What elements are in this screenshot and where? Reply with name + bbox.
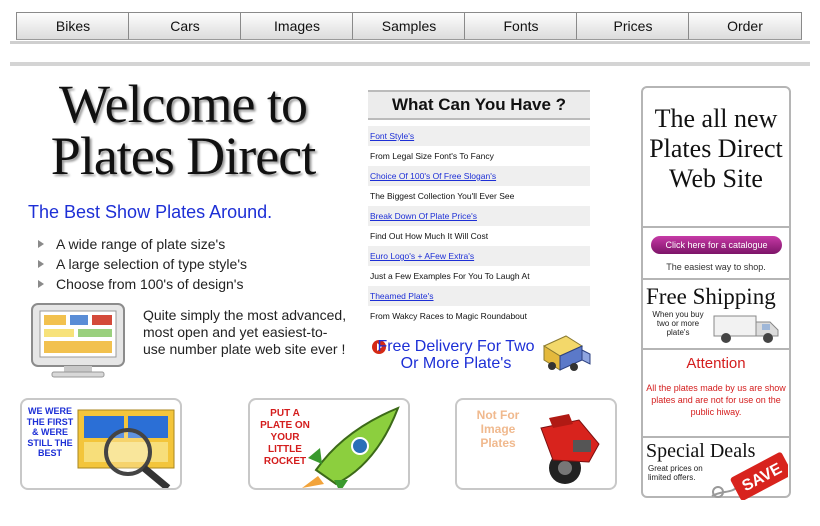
desc-themed-plates: From Wakcy Races to Magic Roundabout [368,306,590,326]
intro-paragraph: Quite simply the most advanced, most ope… [143,307,347,357]
sidebar-divider [643,226,789,228]
nav-tab-order[interactable]: Order [688,12,802,40]
link-slogans[interactable]: Choice Of 100's Of Free Slogan's [368,166,590,186]
welcome-heading: Welcome to Plates Direct [22,74,344,186]
nav-tab-images[interactable]: Images [240,12,354,40]
desc-prices: Find Out How Much It Will Cost [368,226,590,246]
sidebar-headline: The all new Plates Direct Web Site [649,104,783,193]
promo-rocket-text: PUT A PLATE ON YOUR LITTLE ROCKET [260,408,310,467]
feature-list: A wide range of plate size's A large sel… [38,234,247,294]
list-item: A wide range of plate size's [38,234,247,254]
what-can-you-have-list: Font Style's From Legal Size Font's To F… [368,126,590,326]
list-item: A large selection of type style's [38,254,247,274]
catalogue-button[interactable]: Click here for a catalogue [651,236,782,254]
attention-notice: All the plates made by us are show plate… [646,383,786,417]
bullet-arrow-icon [38,240,44,248]
link-font-styles[interactable]: Font Style's [368,126,590,146]
bullet-arrow-icon [38,280,44,288]
promo-not-for-image-text: Not For Image Plates [476,408,520,450]
computer-icon [31,303,125,378]
attention-title: Attention [686,355,746,372]
welcome-heading-line2: Plates Direct [50,126,316,186]
link-prices[interactable]: Break Down Of Plate Price's [368,206,590,226]
sidebar-divider [643,348,789,350]
top-nav: Bikes Cars Images Samples Fonts Prices O… [10,10,810,44]
desc-font-styles: From Legal Size Font's To Fancy [368,146,590,166]
nav-tab-prices[interactable]: Prices [576,12,690,40]
promo-card-not-for-image[interactable]: Not For Image Plates [455,398,617,490]
tagline: The Best Show Plates Around. [28,202,273,222]
promo-first-best-text: WE WERE THE FIRST & WERE STILL THE BEST [26,406,74,458]
free-shipping-caption: When you buy two or more plate's [652,310,704,337]
save-tag-icon[interactable]: SAVE [708,446,788,500]
nav-divider [10,62,810,66]
desc-slogans: The Biggest Collection You'll Ever See [368,186,590,206]
link-themed-plates[interactable]: Theamed Plate's [368,286,590,306]
nav-tab-fonts[interactable]: Fonts [464,12,578,40]
catalogue-caption: The easiest way to shop. [666,262,766,272]
special-deals-caption: Great prices on limited offers. [648,464,703,482]
van-icon [713,315,779,343]
free-delivery-text: Free Delivery For Two Or More Plate's [377,338,535,372]
sidebar-divider [643,436,789,438]
sidebar-divider [643,278,789,280]
nav-tab-cars[interactable]: Cars [128,12,242,40]
welcome-heading-line1: Welcome to [58,74,308,134]
promo-card-rocket[interactable]: PUT A PLATE ON YOUR LITTLE ROCKET [248,398,410,490]
desc-euro-logos: Just a Few Examples For You To Laugh At [368,266,590,286]
bullet-arrow-icon [38,260,44,268]
delivery-truck-icon [542,335,591,371]
list-item: Choose from 100's of design's [38,274,247,294]
promo-card-first-best[interactable]: WE WERE THE FIRST & WERE STILL THE BEST [20,398,182,490]
free-shipping-title: Free Shipping [646,284,776,309]
link-euro-logos[interactable]: Euro Logo's + AFew Extra's [368,246,590,266]
nav-tab-samples[interactable]: Samples [352,12,466,40]
what-can-you-have-title: What Can You Have ? [368,90,590,120]
nav-tab-bikes[interactable]: Bikes [16,12,130,40]
